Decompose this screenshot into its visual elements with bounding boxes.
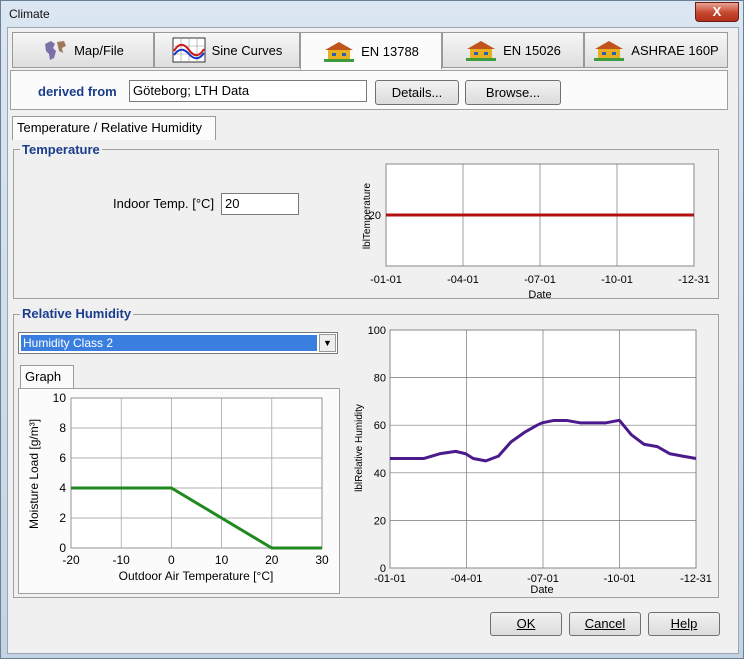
source-panel: derived from Göteborg; LTH Data Details.… [10, 70, 728, 110]
house-icon [466, 41, 497, 61]
y-tick-label: 20 [374, 515, 386, 527]
x-tick-label: 30 [315, 553, 329, 567]
house-icon [594, 41, 625, 61]
temperature-group-title: Temperature [20, 142, 102, 157]
chevron-down-icon[interactable]: ▼ [319, 334, 336, 352]
ok-label: OK [516, 616, 536, 631]
y-tick-label: 2 [59, 511, 66, 525]
humidity-group-title: Relative Humidity [20, 306, 134, 321]
tab-sine-curves[interactable]: Sine Curves [154, 32, 300, 68]
tab-en-15026[interactable]: EN 15026 [442, 32, 584, 68]
moisture-load-chart: -20 -10 0 10 20 30 0 2 4 6 8 10 Moisture Load [g/m… [27, 391, 329, 583]
rh-x-axis-label: Date [530, 584, 553, 596]
window-title: Climate [9, 7, 50, 21]
x-tick-label: -04-01 [451, 573, 483, 585]
tab-label: ASHRAE 160P [631, 42, 719, 58]
relative-humidity-chart: -01-01 -04-01 -07-01 -10-01 -12-31 020406080… [354, 325, 712, 596]
y-tick-label: 40 [374, 468, 386, 480]
tab-label: EN 13788 [361, 43, 419, 59]
details-button[interactable]: Details... [375, 80, 459, 105]
humidity-class-value: Humidity Class 2 [21, 335, 317, 351]
x-tick-label: -12-31 [680, 573, 712, 585]
climate-tabs: Map/File Sine Curves EN 13788 EN 15026 A… [12, 32, 728, 70]
help-button[interactable]: Help [648, 612, 720, 636]
x-tick-label: -01-01 [374, 573, 406, 585]
tab-en-13788[interactable]: EN 13788 [300, 32, 442, 70]
x-tick-label: -12-31 [678, 274, 710, 286]
cancel-label: Cancel [584, 616, 626, 631]
humidity-class-select[interactable]: Humidity Class 2 ▼ [18, 332, 338, 354]
x-tick-label: -04-01 [447, 274, 479, 286]
x-tick-label: 20 [265, 553, 279, 567]
indoor-temp-label: Indoor Temp. [°C] [113, 196, 215, 211]
title-bar[interactable]: Climate X [1, 1, 743, 27]
y-tick-label: 80 [374, 373, 386, 385]
world-map-icon [45, 41, 67, 60]
x-tick-label: 0 [168, 553, 175, 567]
ok-button[interactable]: OK [490, 612, 562, 636]
browse-button[interactable]: Browse... [465, 80, 561, 105]
tab-label: Map/File [74, 42, 124, 58]
temperature-axis-label: lblTemperature [362, 182, 373, 249]
y-tick-label: 4 [59, 481, 66, 495]
climate-window: Climate X Map/File Sine Curves EN 13788 … [0, 0, 744, 659]
source-file-field[interactable]: Göteborg; LTH Data [129, 80, 367, 102]
tab-graph[interactable]: Graph [20, 365, 74, 389]
x-tick-label: 10 [215, 553, 229, 567]
tab-ashrae-160p[interactable]: ASHRAE 160P [584, 32, 728, 68]
y-tick-label: 10 [53, 391, 67, 405]
x-tick-label: -10-01 [604, 573, 636, 585]
y-tick-label: 60 [374, 420, 386, 432]
close-button[interactable]: X [695, 2, 739, 22]
derived-from-label: derived from [38, 84, 117, 99]
dialog-client: Map/File Sine Curves EN 13788 EN 15026 A… [7, 27, 739, 654]
y-tick-label: 0 [380, 563, 386, 575]
x-tick-label: -10 [113, 553, 131, 567]
tab-temperature-humidity[interactable]: Temperature / Relative Humidity [12, 116, 216, 140]
tab-label: Sine Curves [211, 42, 283, 58]
x-tick-label: -01-01 [370, 274, 402, 286]
cancel-button[interactable]: Cancel [569, 612, 641, 636]
y-tick-label: 0 [59, 541, 66, 555]
relative-humidity-axis-label: lblRelative Humidity [354, 404, 365, 492]
x-tick-label: -10-01 [601, 274, 633, 286]
y-tick-label: 8 [59, 421, 66, 435]
tab-map-file[interactable]: Map/File [12, 32, 154, 68]
x-tick-label: -07-01 [524, 274, 556, 286]
sine-curves-icon [172, 37, 206, 63]
help-label: Help [670, 616, 698, 631]
temperature-x-axis-label: Date [528, 289, 551, 300]
y-tick-label: 6 [59, 451, 66, 465]
x-tick-label: -20 [62, 553, 80, 567]
tab-label: EN 15026 [503, 42, 561, 58]
indoor-temp-input[interactable]: 20 [221, 193, 299, 215]
house-icon [324, 42, 355, 62]
y-tick-label: 100 [368, 325, 386, 337]
temperature-chart: -01-01 -04-01 -07-01 -10-01 -12-31 20 lblTem… [362, 163, 710, 300]
moisture-load-axis-label: Moisture Load [g/m³] [27, 419, 41, 529]
outdoor-temp-axis-label: Outdoor Air Temperature [°C] [119, 569, 274, 583]
